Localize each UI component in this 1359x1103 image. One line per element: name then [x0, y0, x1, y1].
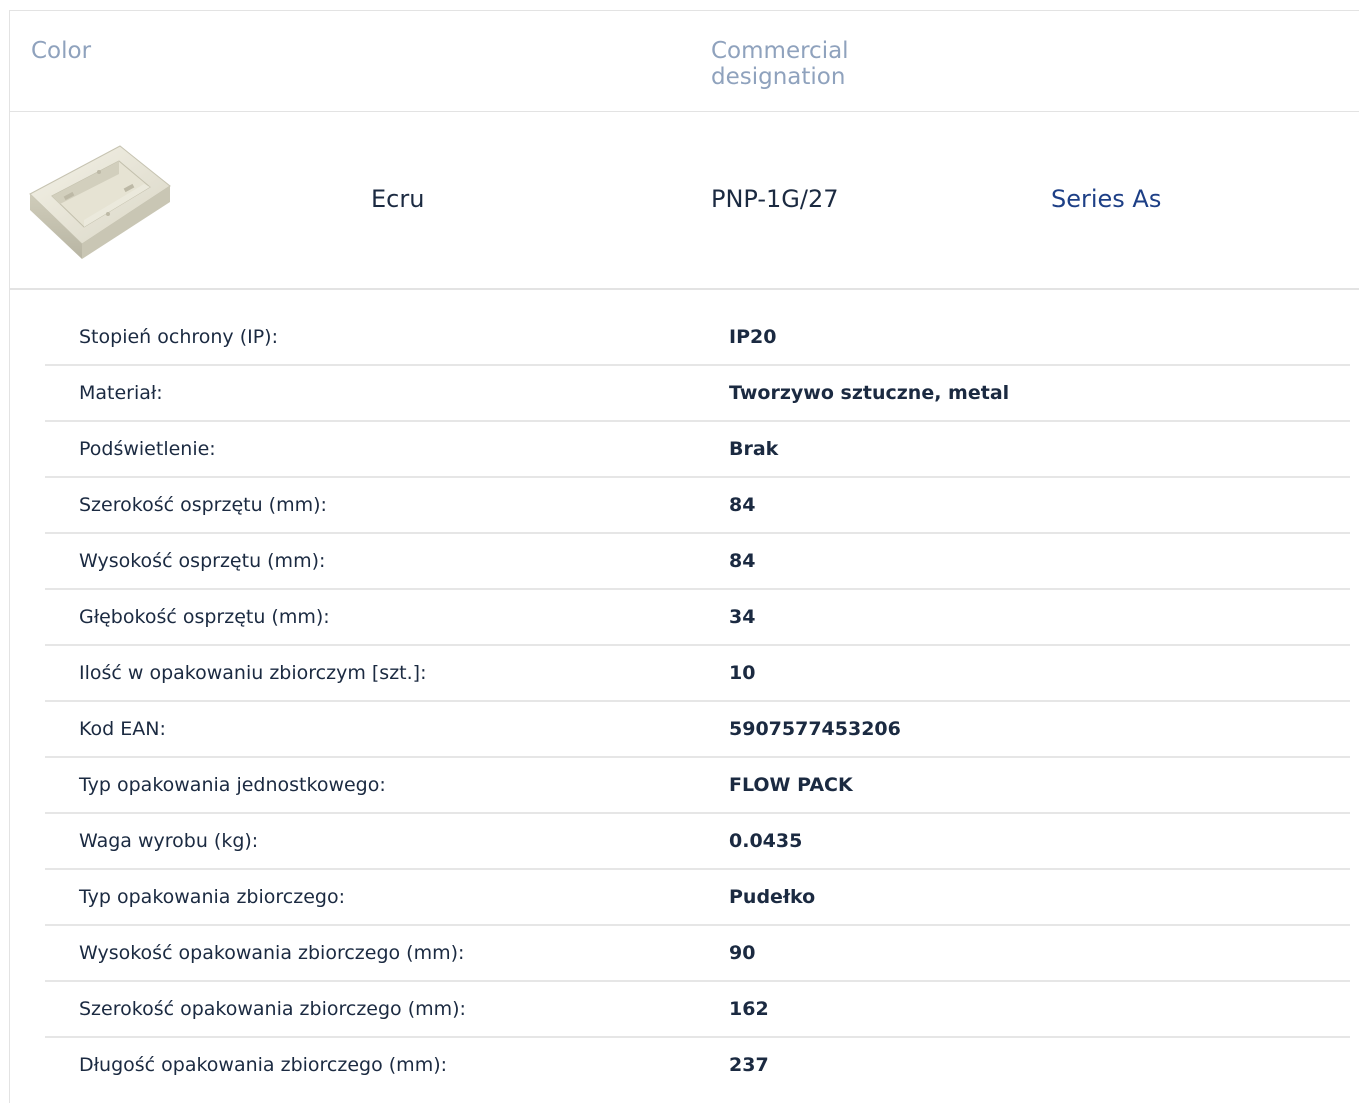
spec-value: 10	[729, 662, 756, 684]
specifications-table: Stopień ochrony (IP): IP20 Materiał: Tworzy…	[45, 310, 1350, 1092]
column-header-color: Color	[31, 38, 92, 64]
column-header-commercial-designation: Commercial designation	[711, 38, 849, 90]
spec-row: Waga wyrobu (kg): 0.0435	[45, 814, 1350, 870]
spec-label: Wysokość opakowania zbiorczego (mm):	[79, 942, 465, 964]
spec-row: Typ opakowania jednostkowego: FLOW PACK	[45, 758, 1350, 814]
ecru-surface-box-image	[24, 134, 174, 269]
spec-row: Ilość w opakowaniu zbiorczym [szt.]: 10	[45, 646, 1350, 702]
spec-label: Ilość w opakowaniu zbiorczym [szt.]:	[79, 662, 427, 684]
product-code: PNP-1G/27	[711, 185, 839, 213]
spec-value: 237	[729, 1054, 769, 1076]
spec-value: Tworzywo sztuczne, metal	[729, 382, 1010, 404]
spec-label: Waga wyrobu (kg):	[79, 830, 259, 852]
spec-label: Wysokość osprzętu (mm):	[79, 550, 326, 572]
spec-value: Pudełko	[729, 886, 816, 908]
spec-label: Podświetlenie:	[79, 438, 216, 460]
spec-label: Materiał:	[79, 382, 163, 404]
spec-row: Podświetlenie: Brak	[45, 422, 1350, 478]
spec-row: Szerokość osprzętu (mm): 84	[45, 478, 1350, 534]
spec-row: Wysokość osprzętu (mm): 84	[45, 534, 1350, 590]
spec-value: Brak	[729, 438, 779, 460]
spec-value: IP20	[729, 326, 777, 348]
spec-row: Długość opakowania zbiorczego (mm): 237	[45, 1038, 1350, 1092]
spec-value: FLOW PACK	[729, 774, 853, 796]
series-link[interactable]: Series As	[1051, 184, 1161, 214]
spec-row: Materiał: Tworzywo sztuczne, metal	[45, 366, 1350, 422]
spec-label: Typ opakowania jednostkowego:	[79, 774, 386, 796]
table-header: Color Commercial designation	[10, 11, 1359, 112]
spec-row: Kod EAN: 5907577453206	[45, 702, 1350, 758]
spec-value: 84	[729, 494, 756, 516]
spec-label: Szerokość opakowania zbiorczego (mm):	[79, 998, 466, 1020]
spec-value: 5907577453206	[729, 718, 901, 740]
product-row: Ecru PNP-1G/27 Series As	[10, 112, 1359, 290]
product-color: Ecru	[371, 185, 425, 213]
spec-label: Kod EAN:	[79, 718, 166, 740]
spec-label: Stopień ochrony (IP):	[79, 326, 278, 348]
spec-label: Głębokość osprzętu (mm):	[79, 606, 330, 628]
spec-row: Stopień ochrony (IP): IP20	[45, 310, 1350, 366]
spec-row: Wysokość opakowania zbiorczego (mm): 90	[45, 926, 1350, 982]
spec-row: Szerokość opakowania zbiorczego (mm): 162	[45, 982, 1350, 1038]
spec-value: 162	[729, 998, 769, 1020]
spec-value: 84	[729, 550, 756, 572]
spec-label: Szerokość osprzętu (mm):	[79, 494, 327, 516]
spec-value: 34	[729, 606, 756, 628]
spec-row: Typ opakowania zbiorczego: Pudełko	[45, 870, 1350, 926]
spec-value: 0.0435	[729, 830, 803, 852]
spec-row: Głębokość osprzętu (mm): 34	[45, 590, 1350, 646]
spec-label: Typ opakowania zbiorczego:	[79, 886, 345, 908]
product-variant-table: Color Commercial designation Ecru PNP-1G…	[9, 10, 1359, 1103]
spec-label: Długość opakowania zbiorczego (mm):	[79, 1054, 448, 1076]
spec-value: 90	[729, 942, 756, 964]
